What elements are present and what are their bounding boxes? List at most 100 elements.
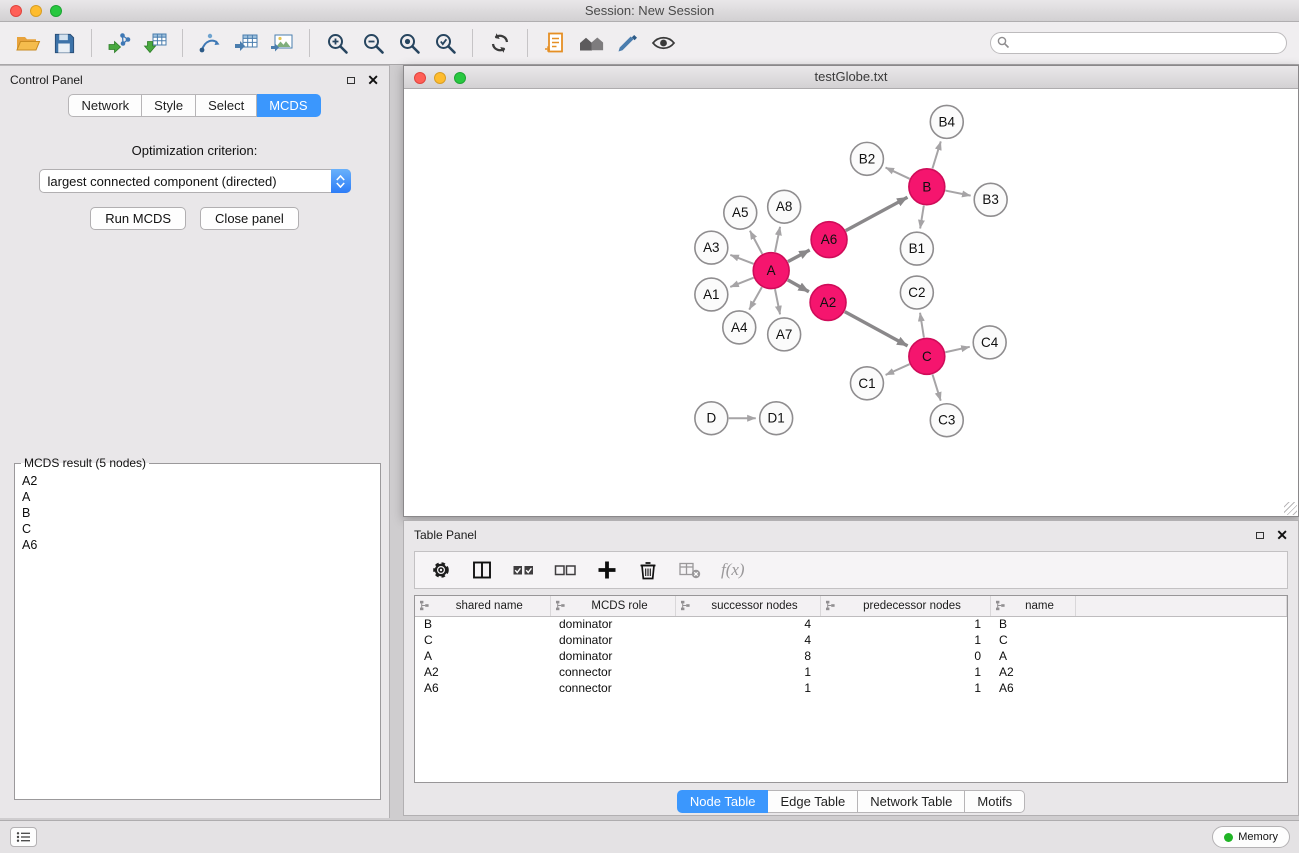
node-A3[interactable]: A3 <box>695 231 728 264</box>
tab-network-table[interactable]: Network Table <box>858 790 965 813</box>
node-B[interactable]: B <box>909 169 945 205</box>
close-table-panel-icon[interactable]: ✕ <box>1276 530 1288 540</box>
node-B3[interactable]: B3 <box>974 183 1007 216</box>
function-builder-icon[interactable]: f(x) <box>721 560 745 580</box>
node-D1[interactable]: D1 <box>760 402 793 435</box>
table-row[interactable]: A2connector11A2 <box>415 664 1287 680</box>
close-network-button[interactable] <box>414 72 426 84</box>
search-input[interactable] <box>990 32 1287 54</box>
tab-style[interactable]: Style <box>142 94 196 117</box>
node-A7[interactable]: A7 <box>768 318 801 351</box>
network-canvas[interactable]: B4B2BB3A5A8A6A3B1AC2A1A2A4A7C4CC1DD1C3 <box>404 90 1298 516</box>
network-graph[interactable]: B4B2BB3A5A8A6A3B1AC2A1A2A4A7C4CC1DD1C3 <box>404 90 1298 516</box>
edge-C-C4[interactable] <box>945 347 969 352</box>
run-mcds-button[interactable]: Run MCDS <box>90 207 186 230</box>
table-row[interactable]: Bdominator41B <box>415 616 1287 632</box>
hide-columns-icon[interactable] <box>678 559 702 581</box>
edge-B-B1[interactable] <box>920 206 924 229</box>
edge-B-B3[interactable] <box>945 191 970 196</box>
node-A4[interactable]: A4 <box>723 311 756 344</box>
edge-A-A7[interactable] <box>775 289 780 314</box>
first-neighbors-button[interactable] <box>537 26 573 60</box>
node-C4[interactable]: C4 <box>973 326 1006 359</box>
import-table-button[interactable] <box>137 26 173 60</box>
edge-A-A6[interactable] <box>788 250 810 262</box>
select-all-icon[interactable] <box>512 559 535 581</box>
edge-A-A4[interactable] <box>749 287 762 309</box>
edge-A6-B[interactable] <box>846 197 908 230</box>
node-A[interactable]: A <box>753 253 789 289</box>
add-row-icon[interactable] <box>596 559 618 581</box>
edge-B-B2[interactable] <box>886 168 910 179</box>
zoom-network-button[interactable] <box>454 72 466 84</box>
edge-A-A5[interactable] <box>750 231 762 254</box>
trash-icon[interactable] <box>637 559 659 581</box>
mcds-result-item[interactable]: A6 <box>17 537 378 553</box>
column-header-name[interactable]: name <box>990 596 1075 616</box>
open-session-button[interactable] <box>10 26 46 60</box>
zoom-out-button[interactable] <box>355 26 391 60</box>
resize-grip[interactable] <box>1284 502 1297 515</box>
close-window-button[interactable] <box>10 5 22 17</box>
close-panel-icon[interactable]: ✕ <box>367 75 379 85</box>
edge-C-C1[interactable] <box>886 364 910 375</box>
float-panel-icon[interactable] <box>347 77 355 84</box>
import-network-button[interactable] <box>101 26 137 60</box>
mcds-result-item[interactable]: C <box>17 521 378 537</box>
save-session-button[interactable] <box>46 26 82 60</box>
tab-edge-table[interactable]: Edge Table <box>768 790 858 813</box>
tab-network[interactable]: Network <box>68 94 142 117</box>
edge-A-A1[interactable] <box>730 278 753 287</box>
column-header-predecessor-nodes[interactable]: predecessor nodes <box>820 596 990 616</box>
zoom-selected-button[interactable] <box>427 26 463 60</box>
network-window-titlebar[interactable]: testGlobe.txt <box>404 66 1298 89</box>
edge-A2-C[interactable] <box>845 312 908 346</box>
mcds-result-item[interactable]: B <box>17 505 378 521</box>
tab-mcds[interactable]: MCDS <box>257 94 320 117</box>
zoom-in-button[interactable] <box>319 26 355 60</box>
edge-A-A8[interactable] <box>775 227 780 252</box>
new-table-button[interactable] <box>228 26 264 60</box>
node-B1[interactable]: B1 <box>900 232 933 265</box>
node-A8[interactable]: A8 <box>768 190 801 223</box>
edge-C-C3[interactable] <box>933 374 941 400</box>
edge-A-A3[interactable] <box>730 255 753 264</box>
gear-icon[interactable] <box>430 559 452 581</box>
new-network-button[interactable] <box>192 26 228 60</box>
deselect-all-icon[interactable] <box>554 559 577 581</box>
column-header-shared-name[interactable]: shared name <box>415 596 550 616</box>
minimize-network-button[interactable] <box>434 72 446 84</box>
close-panel-button[interactable]: Close panel <box>200 207 299 230</box>
float-table-panel-icon[interactable] <box>1256 532 1264 539</box>
edge-C-C2[interactable] <box>920 313 924 338</box>
node-D[interactable]: D <box>695 402 728 435</box>
tab-select[interactable]: Select <box>196 94 257 117</box>
show-graphics-details-button[interactable] <box>645 26 681 60</box>
node-C3[interactable]: C3 <box>930 404 963 437</box>
task-history-button[interactable] <box>10 827 37 847</box>
home-button[interactable] <box>573 26 609 60</box>
show-columns-icon[interactable] <box>471 559 493 581</box>
node-B2[interactable]: B2 <box>851 142 884 175</box>
criterion-dropdown[interactable]: largest connected component (directed) <box>39 169 351 193</box>
node-C[interactable]: C <box>909 338 945 374</box>
table-row[interactable]: Cdominator41C <box>415 632 1287 648</box>
node-A5[interactable]: A5 <box>724 196 757 229</box>
export-image-button[interactable] <box>264 26 300 60</box>
window-titlebar[interactable]: Session: New Session <box>0 0 1299 22</box>
refresh-button[interactable] <box>482 26 518 60</box>
mcds-result-item[interactable]: A <box>17 489 378 505</box>
memory-button[interactable]: Memory <box>1212 826 1290 848</box>
edge-B-B4[interactable] <box>932 141 940 168</box>
node-A2[interactable]: A2 <box>810 285 846 321</box>
node-C1[interactable]: C1 <box>851 367 884 400</box>
node-A6[interactable]: A6 <box>811 222 847 258</box>
tab-motifs[interactable]: Motifs <box>965 790 1025 813</box>
mcds-result-item[interactable]: A2 <box>17 473 378 489</box>
column-header-successor-nodes[interactable]: successor nodes <box>675 596 820 616</box>
minimize-window-button[interactable] <box>30 5 42 17</box>
paint-style-button[interactable] <box>609 26 645 60</box>
node-A1[interactable]: A1 <box>695 278 728 311</box>
table-row[interactable]: Adominator80A <box>415 648 1287 664</box>
zoom-window-button[interactable] <box>50 5 62 17</box>
